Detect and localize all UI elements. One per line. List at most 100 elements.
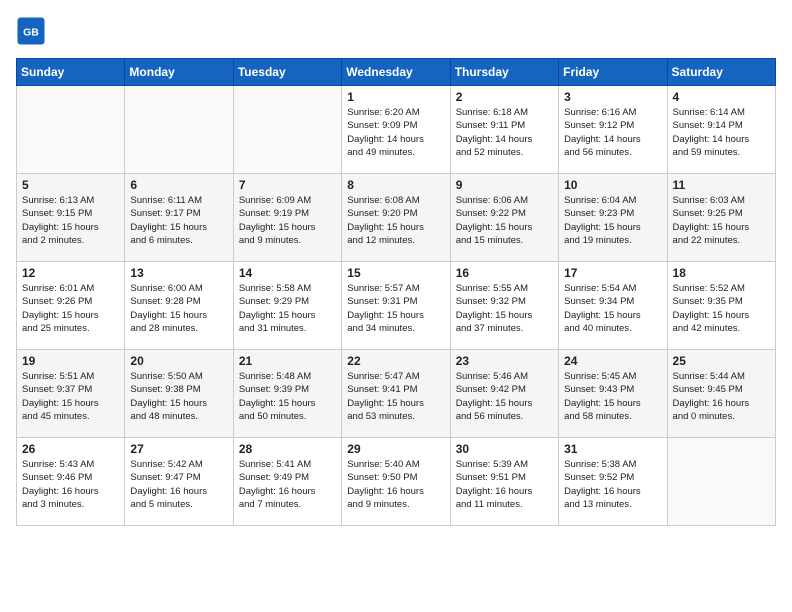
cell-content: Sunrise: 5:54 AM Sunset: 9:34 PM Dayligh… (564, 282, 661, 335)
calendar-cell: 24 Sunrise: 5:45 AM Sunset: 9:43 PM Dayli… (559, 350, 667, 438)
cell-content: Sunrise: 5:44 AM Sunset: 9:45 PM Dayligh… (673, 370, 770, 423)
cell-content: Sunrise: 6:20 AM Sunset: 9:09 PM Dayligh… (347, 106, 444, 159)
calendar-cell: 30 Sunrise: 5:39 AM Sunset: 9:51 PM Dayli… (450, 438, 558, 526)
day-number: 20 (130, 354, 227, 368)
day-number: 18 (673, 266, 770, 280)
header-cell-saturday: Saturday (667, 59, 775, 86)
cell-content: Sunrise: 6:14 AM Sunset: 9:14 PM Dayligh… (673, 106, 770, 159)
cell-content: Sunrise: 5:48 AM Sunset: 9:39 PM Dayligh… (239, 370, 336, 423)
cell-content: Sunrise: 6:01 AM Sunset: 9:26 PM Dayligh… (22, 282, 119, 335)
day-number: 29 (347, 442, 444, 456)
cell-content: Sunrise: 5:57 AM Sunset: 9:31 PM Dayligh… (347, 282, 444, 335)
cell-content: Sunrise: 6:09 AM Sunset: 9:19 PM Dayligh… (239, 194, 336, 247)
cell-content: Sunrise: 5:43 AM Sunset: 9:46 PM Dayligh… (22, 458, 119, 511)
cell-content: Sunrise: 6:16 AM Sunset: 9:12 PM Dayligh… (564, 106, 661, 159)
day-number: 30 (456, 442, 553, 456)
day-number: 15 (347, 266, 444, 280)
cell-content: Sunrise: 6:06 AM Sunset: 9:22 PM Dayligh… (456, 194, 553, 247)
header-cell-thursday: Thursday (450, 59, 558, 86)
calendar-cell: 28Sunrise: 5:41 AM Sunset: 9:49 PM Dayli… (233, 438, 341, 526)
day-number: 26 (22, 442, 119, 456)
calendar-cell (233, 86, 341, 174)
calendar-cell: 19 Sunrise: 5:51 AM Sunset: 9:37 PM Dayli… (17, 350, 125, 438)
calendar-cell: 12 Sunrise: 6:01 AM Sunset: 9:26 PM Dayli… (17, 262, 125, 350)
day-number: 24 (564, 354, 661, 368)
cell-content: Sunrise: 5:55 AM Sunset: 9:32 PM Dayligh… (456, 282, 553, 335)
calendar-cell: 26 Sunrise: 5:43 AM Sunset: 9:46 PM Dayli… (17, 438, 125, 526)
calendar-cell: 27 Sunrise: 5:42 AM Sunset: 9:47 PM Dayli… (125, 438, 233, 526)
day-number: 22 (347, 354, 444, 368)
calendar-cell: 18 Sunrise: 5:52 AM Sunset: 9:35 PM Dayli… (667, 262, 775, 350)
cell-content: Sunrise: 5:42 AM Sunset: 9:47 PM Dayligh… (130, 458, 227, 511)
cell-content: Sunrise: 5:58 AM Sunset: 9:29 PM Dayligh… (239, 282, 336, 335)
calendar-cell (17, 86, 125, 174)
day-number: 21 (239, 354, 336, 368)
cell-content: Sunrise: 5:50 AM Sunset: 9:38 PM Dayligh… (130, 370, 227, 423)
cell-content: Sunrise: 5:39 AM Sunset: 9:51 PM Dayligh… (456, 458, 553, 511)
day-number: 27 (130, 442, 227, 456)
calendar-cell: 7 Sunrise: 6:09 AM Sunset: 9:19 PM Daylig… (233, 174, 341, 262)
cell-content: Sunrise: 5:38 AM Sunset: 9:52 PM Dayligh… (564, 458, 661, 511)
week-row-3: 12 Sunrise: 6:01 AM Sunset: 9:26 PM Dayli… (17, 262, 776, 350)
calendar-cell (125, 86, 233, 174)
calendar-cell: 13 Sunrise: 6:00 AM Sunset: 9:28 PM Dayli… (125, 262, 233, 350)
cell-content: Sunrise: 5:52 AM Sunset: 9:35 PM Dayligh… (673, 282, 770, 335)
day-number: 31 (564, 442, 661, 456)
calendar-cell: 23 Sunrise: 5:46 AM Sunset: 9:42 PM Dayli… (450, 350, 558, 438)
calendar-cell: 20 Sunrise: 5:50 AM Sunset: 9:38 PM Dayli… (125, 350, 233, 438)
calendar-cell: 29 Sunrise: 5:40 AM Sunset: 9:50 PM Dayli… (342, 438, 450, 526)
week-row-5: 26 Sunrise: 5:43 AM Sunset: 9:46 PM Dayli… (17, 438, 776, 526)
day-number: 2 (456, 90, 553, 104)
cell-content: Sunrise: 5:46 AM Sunset: 9:42 PM Dayligh… (456, 370, 553, 423)
day-number: 3 (564, 90, 661, 104)
svg-text:GB: GB (23, 27, 39, 39)
calendar-cell: 2 Sunrise: 6:18 AM Sunset: 9:11 PM Daylig… (450, 86, 558, 174)
calendar-cell: 11Sunrise: 6:03 AM Sunset: 9:25 PM Dayli… (667, 174, 775, 262)
cell-content: Sunrise: 6:11 AM Sunset: 9:17 PM Dayligh… (130, 194, 227, 247)
day-number: 25 (673, 354, 770, 368)
day-number: 16 (456, 266, 553, 280)
header-cell-wednesday: Wednesday (342, 59, 450, 86)
calendar-cell: 5 Sunrise: 6:13 AM Sunset: 9:15 PM Daylig… (17, 174, 125, 262)
calendar-cell: 16 Sunrise: 5:55 AM Sunset: 9:32 PM Dayli… (450, 262, 558, 350)
header-cell-tuesday: Tuesday (233, 59, 341, 86)
cell-content: Sunrise: 5:45 AM Sunset: 9:43 PM Dayligh… (564, 370, 661, 423)
day-number: 9 (456, 178, 553, 192)
day-number: 6 (130, 178, 227, 192)
day-number: 1 (347, 90, 444, 104)
calendar-cell: 8Sunrise: 6:08 AM Sunset: 9:20 PM Daylig… (342, 174, 450, 262)
day-number: 14 (239, 266, 336, 280)
calendar-cell: 10Sunrise: 6:04 AM Sunset: 9:23 PM Dayli… (559, 174, 667, 262)
day-number: 13 (130, 266, 227, 280)
calendar-cell: 1 Sunrise: 6:20 AM Sunset: 9:09 PM Daylig… (342, 86, 450, 174)
cell-content: Sunrise: 6:00 AM Sunset: 9:28 PM Dayligh… (130, 282, 227, 335)
header-cell-friday: Friday (559, 59, 667, 86)
logo-icon: GB (16, 16, 46, 46)
calendar-cell: 17Sunrise: 5:54 AM Sunset: 9:34 PM Dayli… (559, 262, 667, 350)
day-number: 10 (564, 178, 661, 192)
page-header: GB (16, 16, 776, 46)
cell-content: Sunrise: 5:40 AM Sunset: 9:50 PM Dayligh… (347, 458, 444, 511)
cell-content: Sunrise: 6:03 AM Sunset: 9:25 PM Dayligh… (673, 194, 770, 247)
calendar-cell: 6 Sunrise: 6:11 AM Sunset: 9:17 PM Daylig… (125, 174, 233, 262)
day-number: 19 (22, 354, 119, 368)
calendar-cell (667, 438, 775, 526)
calendar-cell: 9 Sunrise: 6:06 AM Sunset: 9:22 PM Daylig… (450, 174, 558, 262)
cell-content: Sunrise: 5:51 AM Sunset: 9:37 PM Dayligh… (22, 370, 119, 423)
calendar-table: SundayMondayTuesdayWednesdayThursdayFrid… (16, 58, 776, 526)
day-number: 23 (456, 354, 553, 368)
week-row-2: 5 Sunrise: 6:13 AM Sunset: 9:15 PM Daylig… (17, 174, 776, 262)
header-cell-monday: Monday (125, 59, 233, 86)
day-number: 8 (347, 178, 444, 192)
day-number: 28 (239, 442, 336, 456)
week-row-1: 1 Sunrise: 6:20 AM Sunset: 9:09 PM Daylig… (17, 86, 776, 174)
cell-content: Sunrise: 6:13 AM Sunset: 9:15 PM Dayligh… (22, 194, 119, 247)
day-number: 12 (22, 266, 119, 280)
header-cell-sunday: Sunday (17, 59, 125, 86)
day-number: 5 (22, 178, 119, 192)
cell-content: Sunrise: 6:18 AM Sunset: 9:11 PM Dayligh… (456, 106, 553, 159)
calendar-cell: 22Sunrise: 5:47 AM Sunset: 9:41 PM Dayli… (342, 350, 450, 438)
day-number: 7 (239, 178, 336, 192)
calendar-cell: 21 Sunrise: 5:48 AM Sunset: 9:39 PM Dayli… (233, 350, 341, 438)
calendar-cell: 3 Sunrise: 6:16 AM Sunset: 9:12 PM Daylig… (559, 86, 667, 174)
